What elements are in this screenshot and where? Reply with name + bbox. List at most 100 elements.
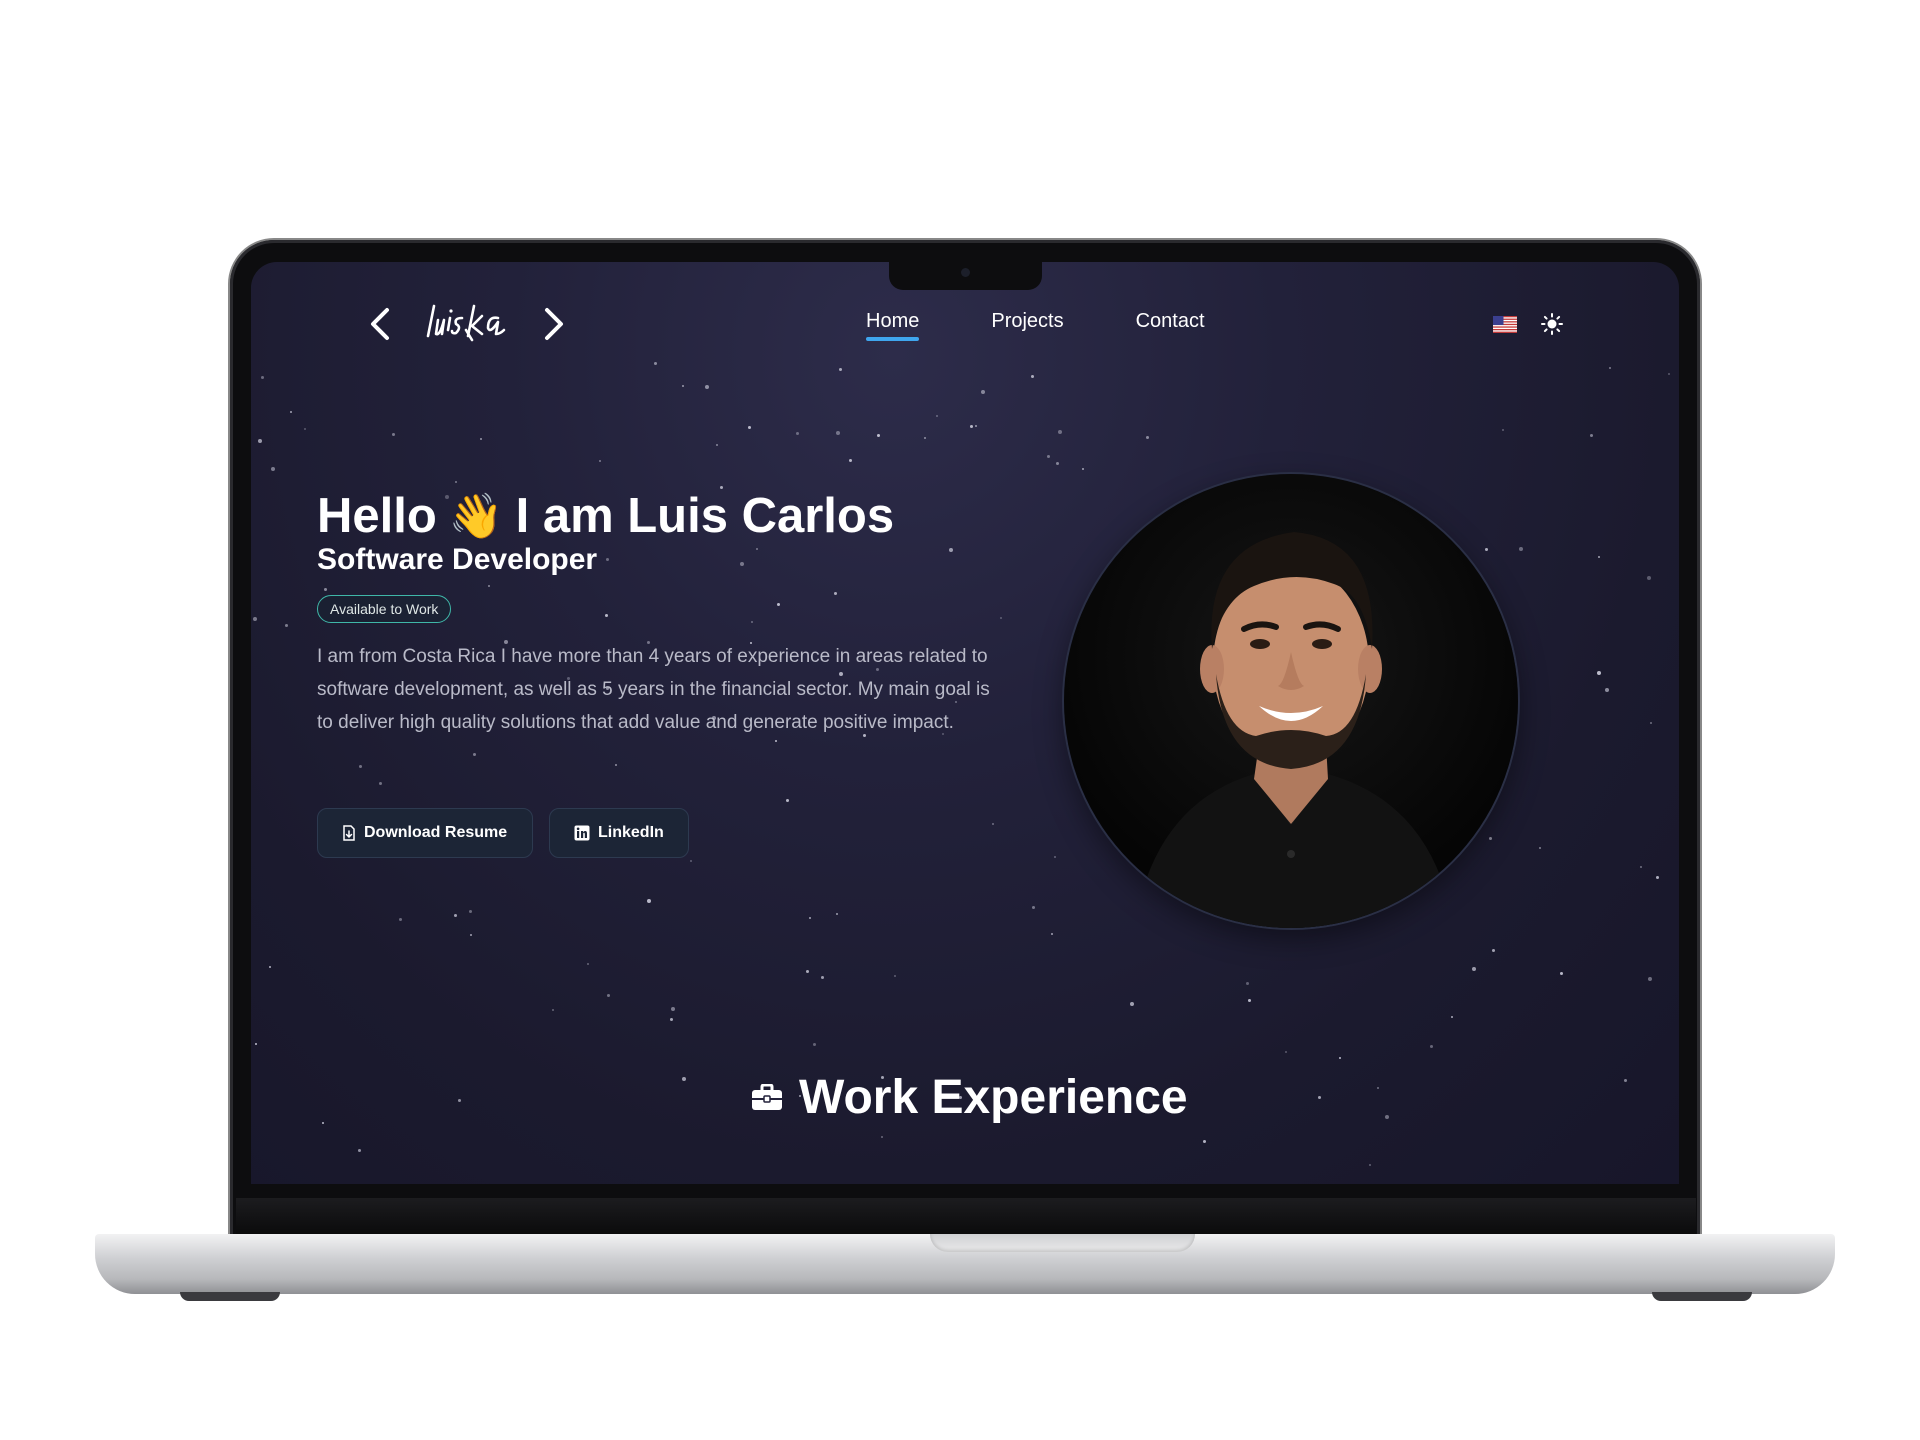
star: [615, 764, 617, 766]
camera-notch: [889, 262, 1042, 290]
star: [682, 385, 684, 387]
star: [839, 368, 842, 371]
forward-arrow-icon[interactable]: [533, 304, 573, 344]
star: [748, 426, 751, 429]
star: [1000, 617, 1002, 619]
bio-paragraph: I am from Costa Rica I have more than 4 …: [317, 646, 990, 733]
star: [322, 1122, 324, 1124]
star: [949, 548, 953, 552]
star: [1339, 1057, 1341, 1059]
star: [1285, 1051, 1287, 1053]
star: [1485, 548, 1488, 551]
laptop-foot-left: [180, 1292, 280, 1301]
star: [470, 934, 472, 936]
star: [809, 917, 811, 919]
star: [881, 1136, 883, 1138]
laptop-foot-right: [1652, 1292, 1752, 1301]
star: [304, 428, 306, 430]
star: [834, 592, 837, 595]
star: [836, 913, 838, 915]
star: [258, 439, 262, 443]
star: [716, 444, 718, 446]
star: [1472, 967, 1476, 971]
download-resume-label: Download Resume: [364, 824, 508, 841]
star: [1385, 1115, 1389, 1119]
star: [1032, 906, 1035, 909]
linkedin-label: LinkedIn: [598, 824, 664, 841]
screen: Home Projects Contact Hello 👋 I am Luis …: [251, 262, 1679, 1184]
star: [1246, 982, 1249, 985]
star: [1650, 722, 1652, 724]
star: [605, 614, 608, 617]
star: [399, 918, 402, 921]
star: [1640, 866, 1642, 868]
star: [777, 603, 780, 606]
nav-contact[interactable]: Contact: [1136, 310, 1205, 339]
star: [1668, 373, 1670, 375]
star: [469, 910, 472, 913]
main-nav: Home Projects Contact: [866, 310, 1205, 341]
star: [936, 415, 938, 417]
star: [1597, 671, 1601, 675]
star: [1203, 1140, 1206, 1143]
nav-projects[interactable]: Projects: [991, 310, 1063, 339]
star: [894, 975, 896, 977]
star: [1647, 576, 1651, 580]
profile-illustration: [1134, 532, 1454, 928]
logo[interactable]: [426, 300, 506, 348]
star: [786, 799, 789, 802]
us-flag-icon[interactable]: [1493, 316, 1517, 333]
star: [358, 1149, 361, 1152]
star: [599, 460, 601, 462]
file-download-icon: [343, 825, 355, 841]
star: [1430, 1045, 1433, 1048]
star: [751, 621, 753, 623]
star: [285, 624, 288, 627]
star: [552, 1009, 554, 1011]
star: [1051, 933, 1053, 935]
star: [849, 459, 852, 462]
star: [1539, 847, 1541, 849]
nav-home[interactable]: Home: [866, 310, 920, 341]
linkedin-button[interactable]: LinkedIn: [549, 808, 689, 858]
star: [1248, 999, 1251, 1002]
star: [877, 434, 880, 437]
star: [813, 1043, 816, 1046]
star: [1519, 547, 1523, 551]
laptop-base: [95, 1234, 1835, 1294]
availability-badge: Available to Work: [317, 595, 452, 623]
star: [1624, 1079, 1627, 1082]
star: [379, 782, 382, 785]
star: [392, 433, 395, 436]
star: [992, 823, 994, 825]
star: [690, 860, 692, 862]
star: [261, 376, 264, 379]
star: [324, 588, 327, 591]
star: [255, 1043, 257, 1045]
star: [1318, 1096, 1321, 1099]
star: [473, 753, 476, 756]
back-arrow-icon[interactable]: [361, 304, 401, 344]
star: [1047, 455, 1050, 458]
star: [796, 432, 799, 435]
star: [1502, 429, 1504, 431]
base-opening: [930, 1234, 1195, 1252]
star: [1489, 837, 1492, 840]
star: [1031, 375, 1034, 378]
star: [1369, 1164, 1371, 1166]
star: [836, 431, 840, 435]
sun-icon[interactable]: [1541, 313, 1563, 335]
download-resume-button[interactable]: Download Resume: [317, 808, 533, 858]
star: [970, 425, 973, 428]
star: [454, 914, 457, 917]
star: [1656, 876, 1659, 879]
star: [253, 617, 257, 621]
star: [1605, 688, 1609, 692]
star: [806, 970, 809, 973]
star: [1146, 436, 1149, 439]
laptop-bezel: [236, 1198, 1696, 1234]
star: [1082, 468, 1084, 470]
star: [290, 411, 292, 413]
star: [480, 438, 482, 440]
hero-title: Hello 👋 I am Luis Carlos: [317, 488, 894, 544]
